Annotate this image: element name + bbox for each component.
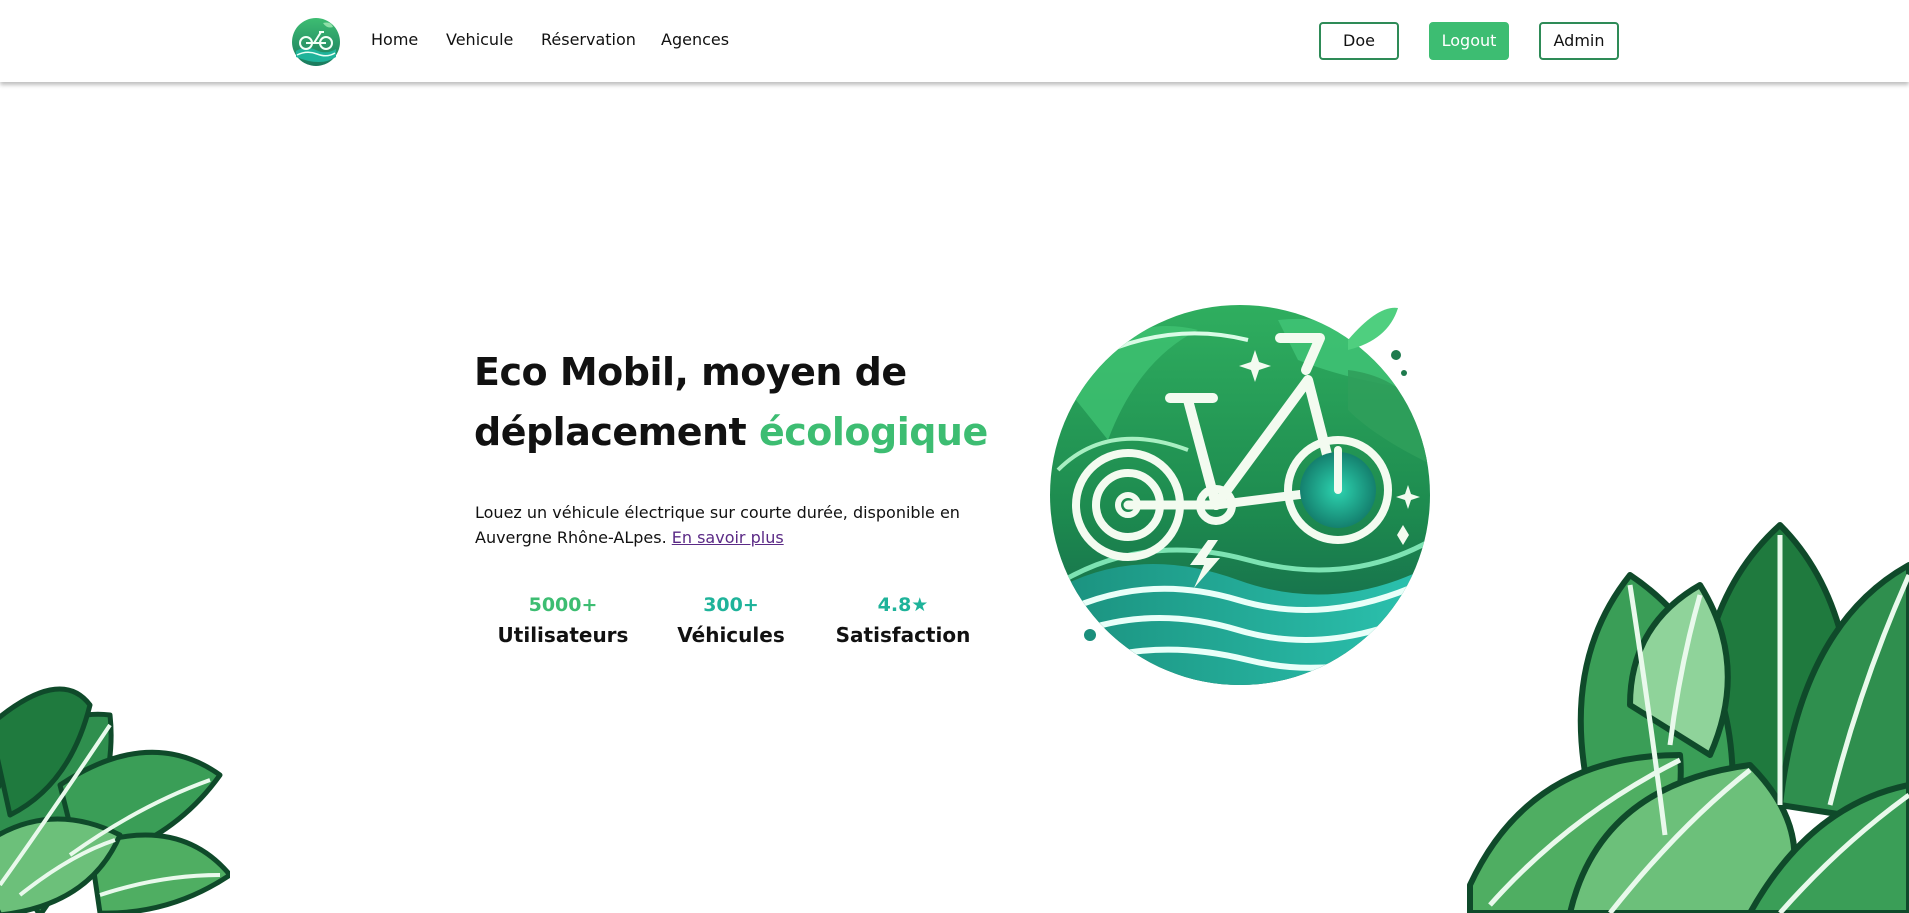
logout-button[interactable]: Logout bbox=[1429, 22, 1509, 60]
stat-vehicles: 300+ Véhicules bbox=[646, 590, 816, 650]
nav-vehicule-link[interactable]: Vehicule bbox=[446, 30, 513, 49]
stat-users-label: Utilisateurs bbox=[497, 623, 629, 647]
hero-title: Eco Mobil, moyen de déplacement écologiq… bbox=[474, 342, 1034, 462]
hero-title-accent: écologique bbox=[758, 410, 988, 454]
stat-users-value: 5000+ bbox=[528, 594, 598, 616]
user-profile-button[interactable]: Doe bbox=[1319, 22, 1399, 60]
nav-agences-link[interactable]: Agences bbox=[661, 30, 729, 49]
bike-logo-icon[interactable] bbox=[291, 17, 341, 67]
nav-reservation-link[interactable]: Réservation bbox=[541, 30, 636, 49]
admin-button[interactable]: Admin bbox=[1539, 22, 1619, 60]
stat-vehicles-label: Véhicules bbox=[677, 623, 785, 647]
stat-satisfaction-label: Satisfaction bbox=[835, 623, 971, 647]
electric-bike-illustration bbox=[1050, 305, 1430, 685]
top-navbar: Home Vehicule Réservation Agences Doe Lo… bbox=[0, 0, 1909, 82]
learn-more-link[interactable]: En savoir plus bbox=[672, 528, 784, 547]
stat-satisfaction: 4.8★ Satisfaction bbox=[818, 590, 988, 650]
stat-vehicles-value: 300+ bbox=[703, 594, 759, 616]
hero-description: Louez un véhicule électrique sur courte … bbox=[475, 500, 995, 550]
stat-users: 5000+ Utilisateurs bbox=[478, 590, 648, 650]
leaves-decoration-left bbox=[0, 686, 230, 913]
stat-satisfaction-value: 4.8★ bbox=[877, 594, 929, 616]
leaves-decoration-right bbox=[1467, 522, 1909, 913]
nav-home-link[interactable]: Home bbox=[371, 30, 418, 49]
